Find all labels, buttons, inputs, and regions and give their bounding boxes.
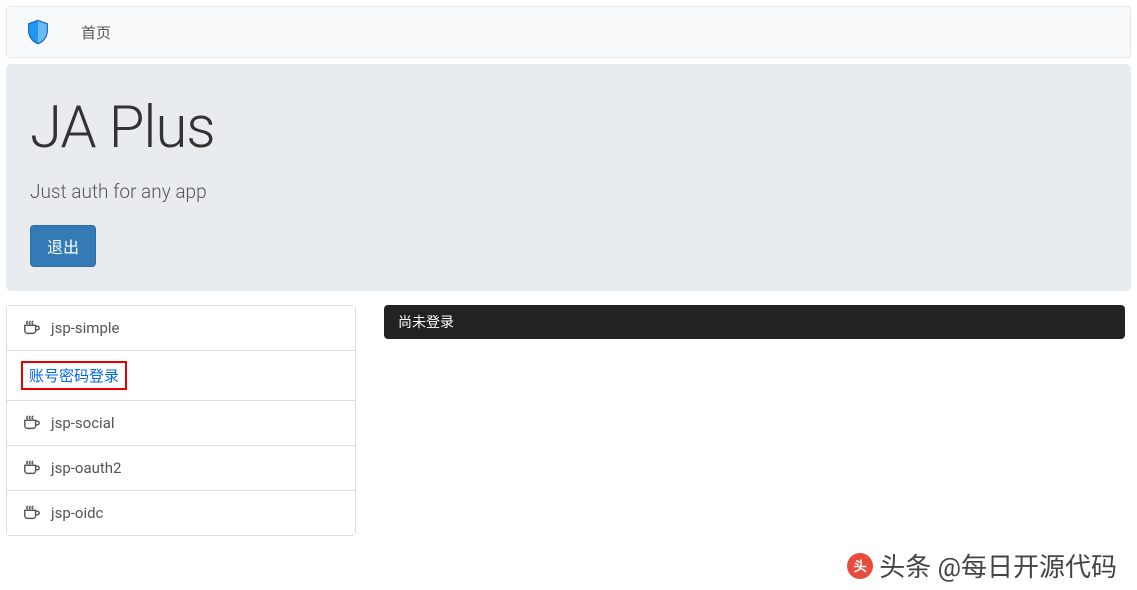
sidebar-item-label: jsp-simple bbox=[51, 319, 119, 337]
coffee-icon bbox=[23, 460, 41, 476]
logout-button[interactable]: 退出 bbox=[30, 225, 96, 267]
status-bar: 尚未登录 bbox=[384, 305, 1125, 339]
watermark: 头 头条 @每日开源代码 bbox=[847, 547, 1117, 584]
shield-logo-icon[interactable] bbox=[23, 17, 53, 47]
sidebar-item-jsp-oidc[interactable]: jsp-oidc bbox=[7, 491, 355, 535]
sidebar-item-jsp-simple[interactable]: jsp-simple bbox=[7, 306, 355, 351]
sidebar-item-label: jsp-oidc bbox=[51, 504, 103, 522]
navbar: 首页 bbox=[6, 6, 1131, 58]
sidebar-item-label: jsp-social bbox=[51, 414, 115, 432]
main-panel: 尚未登录 bbox=[384, 305, 1131, 536]
page-title: JA Plus bbox=[30, 94, 1107, 162]
watermark-icon: 头 bbox=[847, 553, 873, 579]
content-row: jsp-simple 账号密码登录 jsp-social jsp-oauth2 … bbox=[0, 305, 1137, 536]
sidebar: jsp-simple 账号密码登录 jsp-social jsp-oauth2 … bbox=[6, 305, 356, 536]
sidebar-item-password-login[interactable]: 账号密码登录 bbox=[7, 351, 355, 401]
sidebar-item-label: jsp-oauth2 bbox=[51, 459, 121, 477]
coffee-icon bbox=[23, 415, 41, 431]
watermark-text: 头条 @每日开源代码 bbox=[879, 547, 1117, 584]
highlight-annotation: 账号密码登录 bbox=[21, 361, 127, 390]
sidebar-item-jsp-social[interactable]: jsp-social bbox=[7, 401, 355, 446]
jumbotron: JA Plus Just auth for any app 退出 bbox=[6, 64, 1131, 291]
coffee-icon bbox=[23, 505, 41, 521]
sidebar-item-jsp-oauth2[interactable]: jsp-oauth2 bbox=[7, 446, 355, 491]
page-subtitle: Just auth for any app bbox=[30, 180, 1107, 203]
sidebar-item-label: 账号密码登录 bbox=[29, 367, 119, 385]
coffee-icon bbox=[23, 320, 41, 336]
nav-home-link[interactable]: 首页 bbox=[81, 22, 111, 43]
